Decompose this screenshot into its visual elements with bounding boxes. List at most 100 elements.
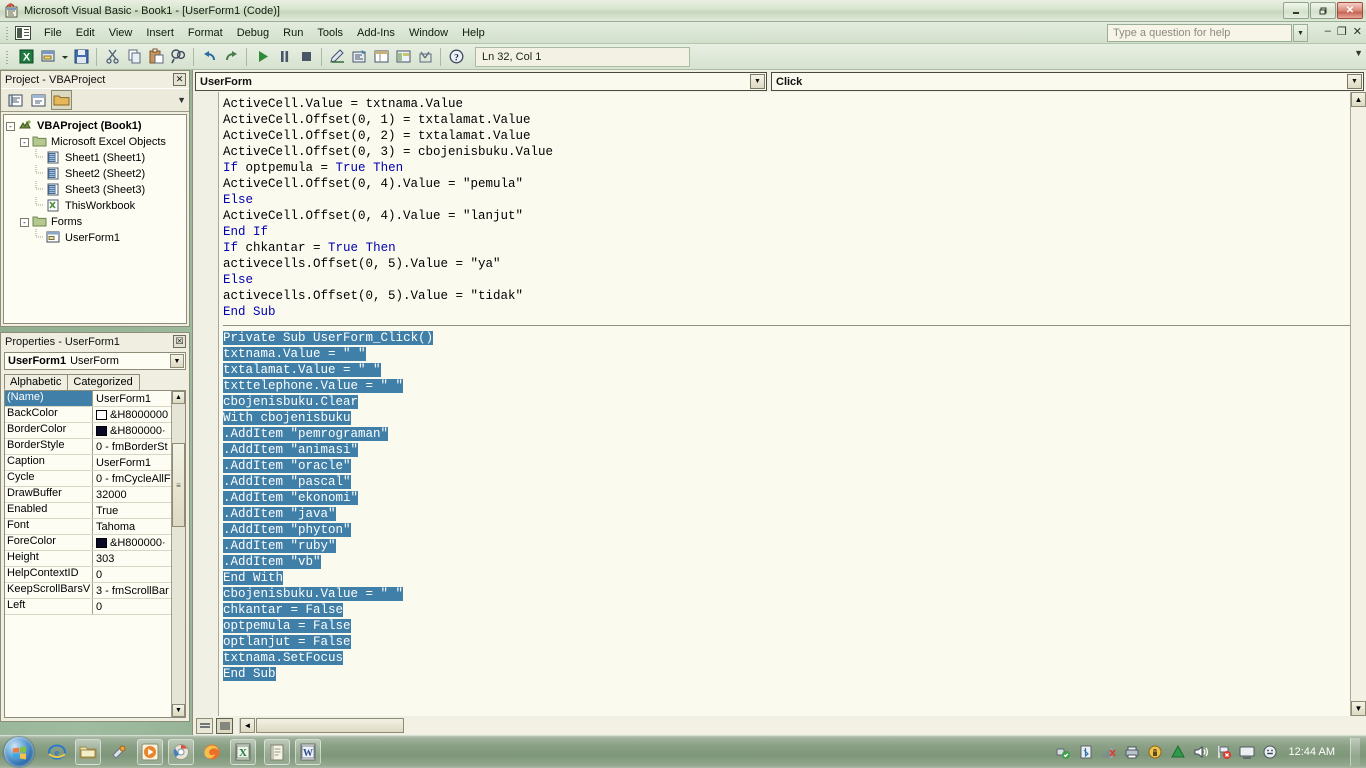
property-value[interactable]: 3 - fmScrollBar	[93, 583, 171, 598]
code-line[interactable]: ActiveCell.Value = txtnama.Value	[223, 96, 1350, 112]
project-tree-item[interactable]: UserForm1	[6, 228, 186, 246]
property-row[interactable]: Caption UserForm1	[5, 455, 171, 471]
copy-icon[interactable]	[123, 46, 145, 68]
property-row[interactable]: Left 0	[5, 599, 171, 615]
project-tree-item[interactable]: Sheet1 (Sheet1)	[6, 148, 186, 166]
menu-item-addins[interactable]: Add-Ins	[350, 24, 402, 42]
firefox-icon[interactable]	[199, 739, 225, 765]
property-value[interactable]: 32000	[93, 487, 171, 502]
menu-grip-icon[interactable]	[5, 24, 12, 41]
property-value[interactable]: 0	[93, 599, 171, 614]
restore-button[interactable]	[1310, 2, 1336, 19]
project-tree-item[interactable]: - Microsoft Excel Objects	[6, 134, 186, 150]
view-code-icon[interactable]	[5, 90, 26, 110]
menu-item-view[interactable]: View	[102, 24, 140, 42]
property-row[interactable]: Font Tahoma	[5, 519, 171, 535]
code-line[interactable]: ActiveCell.Offset(0, 3) = cbojenisbuku.V…	[223, 144, 1350, 160]
code-editor[interactable]: ActiveCell.Value = txtnama.Value ActiveCe…	[219, 92, 1350, 716]
code-line[interactable]: chkantar = False	[223, 602, 1350, 618]
menu-item-insert[interactable]: Insert	[139, 24, 181, 42]
vbe-system-icon[interactable]	[15, 25, 31, 40]
horizontal-scroll-thumb[interactable]	[256, 718, 404, 733]
design-mode-icon[interactable]	[326, 46, 348, 68]
scroll-up-button[interactable]: ▲	[1351, 92, 1366, 107]
property-value[interactable]: UserForm1	[93, 455, 171, 470]
windows-start-orb[interactable]	[4, 737, 34, 767]
property-row[interactable]: KeepScrollBarsV 3 - fmScrollBar	[5, 583, 171, 599]
project-tree-item[interactable]: ThisWorkbook	[6, 196, 186, 214]
code-line[interactable]: ActiveCell.Offset(0, 4).Value = "pemula"	[223, 176, 1350, 192]
properties-scroll-thumb[interactable]: ≡	[172, 443, 185, 527]
toolbar-overflow-icon[interactable]: ▼	[1354, 48, 1363, 58]
tab-categorized[interactable]: Categorized	[67, 374, 140, 390]
save-icon[interactable]	[70, 46, 92, 68]
property-row[interactable]: BorderColor &H800000·	[5, 423, 171, 439]
tab-alphabetic[interactable]: Alphabetic	[4, 374, 69, 390]
code-line[interactable]: End Sub	[223, 304, 1350, 320]
menu-item-file[interactable]: File	[37, 24, 69, 42]
code-line[interactable]: .AddItem "ekonomi"	[223, 490, 1350, 506]
code-line[interactable]: cbojenisbuku.Clear	[223, 394, 1350, 410]
property-value[interactable]: UserForm1	[93, 391, 171, 406]
close-button[interactable]: ✕	[1337, 2, 1363, 19]
media-player-icon[interactable]	[137, 739, 163, 765]
project-tree-item[interactable]: - Forms	[6, 214, 186, 230]
media-player-skin-icon[interactable]	[106, 739, 132, 765]
toolbox-icon[interactable]	[414, 46, 436, 68]
property-row[interactable]: BorderStyle 0 - fmBorderSt	[5, 439, 171, 455]
chevron-down-icon[interactable]: ▼	[1347, 74, 1362, 89]
property-row[interactable]: HelpContextID 0	[5, 567, 171, 583]
view-object-icon[interactable]	[28, 90, 49, 110]
code-line[interactable]: .AddItem "ruby"	[223, 538, 1350, 554]
redo-icon[interactable]	[220, 46, 242, 68]
menu-item-edit[interactable]: Edit	[69, 24, 102, 42]
menu-item-window[interactable]: Window	[402, 24, 455, 42]
code-line[interactable]: Private Sub UserForm_Click()	[223, 330, 1350, 346]
code-line[interactable]: If optpemula = True Then	[223, 160, 1350, 176]
menu-item-debug[interactable]: Debug	[230, 24, 276, 42]
properties-close-button[interactable]: ☒	[173, 335, 186, 348]
code-line[interactable]: .AddItem "phyton"	[223, 522, 1350, 538]
code-line[interactable]: optpemula = False	[223, 618, 1350, 634]
code-line[interactable]: .AddItem "animasi"	[223, 442, 1350, 458]
code-line[interactable]: activecells.Offset(0, 5).Value = "tidak"	[223, 288, 1350, 304]
procedure-view-icon[interactable]	[196, 717, 213, 734]
code-line[interactable]: .AddItem "pemrograman"	[223, 426, 1350, 442]
code-line[interactable]: cbojenisbuku.Value = " "	[223, 586, 1350, 602]
chrome-icon[interactable]	[168, 739, 194, 765]
property-value[interactable]: 0 - fmCycleAllF	[93, 471, 171, 486]
reset-icon[interactable]	[295, 46, 317, 68]
code-line[interactable]: txttelephone.Value = " "	[223, 378, 1350, 394]
tree-expander-icon[interactable]: -	[20, 217, 29, 227]
code-line[interactable]: txtnama.SetFocus	[223, 650, 1350, 666]
code-line[interactable]: End Sub	[223, 666, 1350, 682]
speaker-printer-icon[interactable]	[1124, 744, 1140, 760]
menu-item-help[interactable]: Help	[455, 24, 492, 42]
menu-item-tools[interactable]: Tools	[310, 24, 350, 42]
insert-dropdown-icon[interactable]	[59, 46, 70, 68]
code-vertical-scrollbar[interactable]: ▲ ▼	[1350, 92, 1366, 716]
object-browser-icon[interactable]	[392, 46, 414, 68]
word-task-icon[interactable]: W	[295, 739, 321, 765]
undo-icon[interactable]	[198, 46, 220, 68]
project-tree-item[interactable]: Sheet3 (Sheet3)	[6, 180, 186, 198]
object-combo[interactable]: UserForm ▼	[195, 72, 767, 91]
code-horizontal-scrollbar[interactable]: ◄	[239, 717, 1366, 734]
windows-explorer-icon[interactable]	[75, 739, 101, 765]
properties-grid[interactable]: (Name) UserForm1 BackColor &H8000000 BorderC…	[4, 390, 186, 718]
mdi-restore-button[interactable]: ❐	[1337, 25, 1347, 38]
project-toolbar-overflow-icon[interactable]: ▼	[177, 95, 186, 105]
code-line[interactable]: ActiveCell.Offset(0, 4).Value = "lanjut"	[223, 208, 1350, 224]
minimize-button[interactable]	[1283, 2, 1309, 19]
property-value[interactable]: 303	[93, 551, 171, 566]
view-excel-icon[interactable]: X	[15, 46, 37, 68]
property-row[interactable]: (Name) UserForm1	[5, 391, 171, 407]
usb-safe-remove-icon[interactable]	[1055, 744, 1071, 760]
tree-expander-icon[interactable]: -	[6, 121, 15, 131]
code-line[interactable]: .AddItem "java"	[223, 506, 1350, 522]
properties-window-icon[interactable]	[370, 46, 392, 68]
code-line[interactable]: activecells.Offset(0, 5).Value = "ya"	[223, 256, 1350, 272]
scroll-up-button[interactable]: ▲	[172, 391, 185, 404]
bluetooth-icon[interactable]	[1078, 744, 1094, 760]
property-row[interactable]: Height 303	[5, 551, 171, 567]
